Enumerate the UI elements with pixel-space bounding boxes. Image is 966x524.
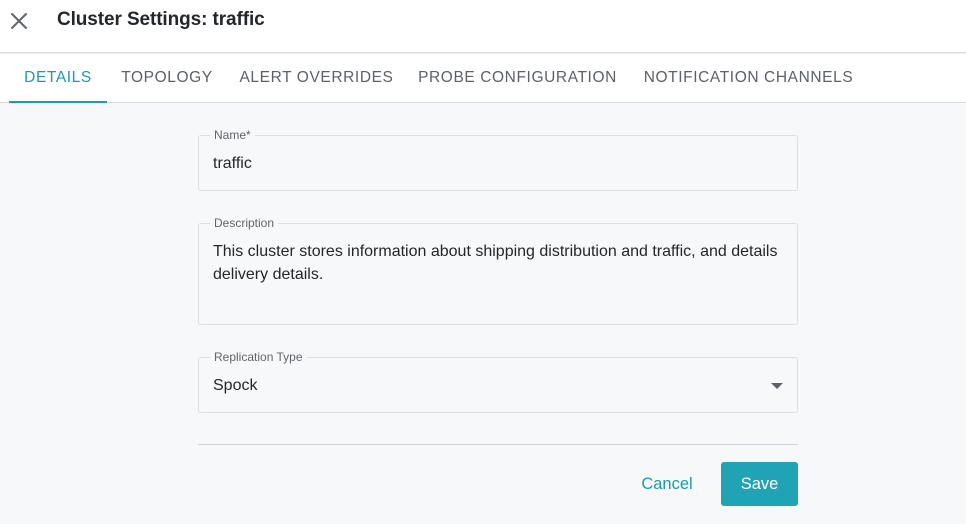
tab-alert-overrides[interactable]: ALERT OVERRIDES (234, 54, 399, 102)
name-input[interactable]: traffic (213, 152, 783, 175)
replication-type-select[interactable]: Replication Type Spock (198, 350, 798, 413)
description-textarea[interactable]: This cluster stores information about sh… (213, 240, 783, 286)
name-field-label: Name* (210, 128, 255, 142)
dialog-header: Cluster Settings: traffic (0, 0, 966, 53)
description-field[interactable]: Description This cluster stores informat… (198, 216, 798, 325)
divider (198, 444, 798, 445)
tab-notification-channels[interactable]: NOTIFICATION CHANNELS (636, 54, 861, 102)
page-title: Cluster Settings: traffic (57, 9, 265, 30)
required-marker: * (246, 128, 251, 142)
close-button[interactable] (8, 10, 30, 32)
tab-probe-configuration[interactable]: PROBE CONFIGURATION (412, 54, 623, 102)
tab-topology[interactable]: TOPOLOGY (113, 54, 221, 102)
details-panel: Name* traffic Description This cluster s… (0, 104, 966, 524)
tab-bar: DETAILS TOPOLOGY ALERT OVERRIDES PROBE C… (0, 54, 966, 103)
close-icon[interactable] (10, 12, 28, 30)
save-button[interactable]: Save (721, 462, 798, 506)
replication-type-value: Spock (213, 377, 258, 394)
replication-type-label: Replication Type (210, 350, 307, 364)
name-field[interactable]: Name* traffic (198, 128, 798, 191)
chevron-down-icon[interactable] (771, 383, 783, 389)
tab-details[interactable]: DETAILS (9, 54, 107, 103)
cancel-button[interactable]: Cancel (628, 462, 706, 506)
description-field-label: Description (210, 216, 279, 230)
